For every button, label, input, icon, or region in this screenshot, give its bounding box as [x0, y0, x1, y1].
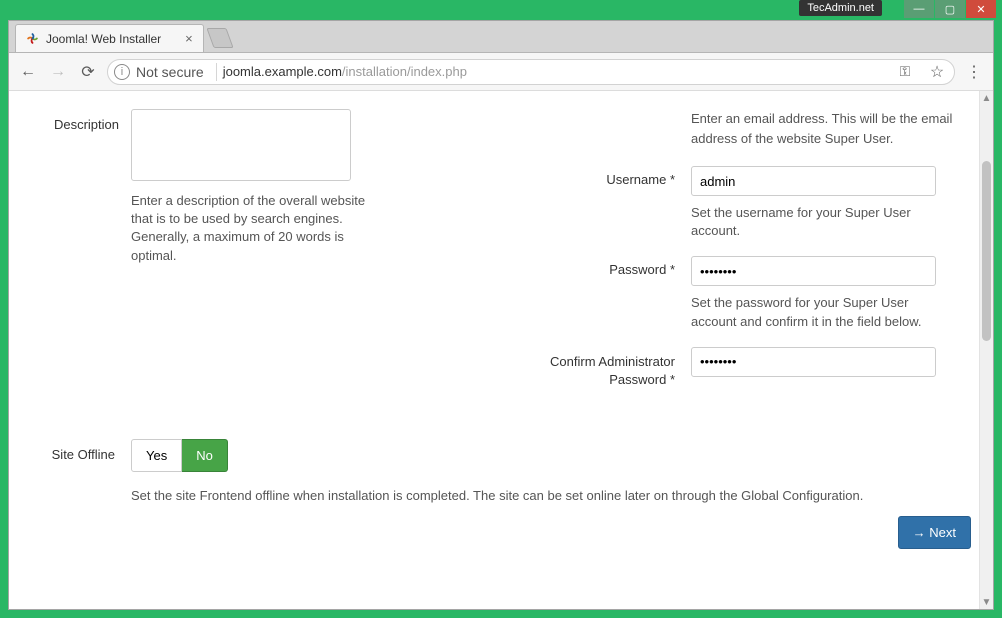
- site-offline-toggle: Yes No: [131, 439, 971, 472]
- next-button[interactable]: → Next: [898, 516, 971, 549]
- tab-close-icon[interactable]: ×: [185, 32, 193, 45]
- browser-toolbar: ← → ⟳ i Not secure joomla.example.com/in…: [9, 53, 993, 91]
- url-domain: joomla.example.com: [223, 64, 342, 79]
- site-offline-yes-button[interactable]: Yes: [131, 439, 182, 472]
- bookmark-star-icon[interactable]: ☆: [926, 62, 948, 82]
- scroll-thumb[interactable]: [982, 161, 991, 341]
- joomla-favicon-icon: [24, 31, 40, 47]
- password-help: Set the password for your Super User acc…: [691, 294, 951, 330]
- not-secure-label: Not secure: [136, 64, 204, 80]
- vertical-scrollbar[interactable]: ▲ ▼: [979, 91, 993, 609]
- password-key-icon[interactable]: ⚿: [894, 63, 916, 80]
- tab-strip: Joomla! Web Installer ×: [9, 21, 993, 53]
- scroll-down-icon[interactable]: ▼: [980, 595, 993, 609]
- tab-title: Joomla! Web Installer: [46, 32, 161, 46]
- confirm-password-label: Confirm Administrator Password *: [511, 347, 691, 389]
- forward-button[interactable]: →: [47, 63, 69, 81]
- username-help: Set the username for your Super User acc…: [691, 204, 951, 240]
- browser-window: Joomla! Web Installer × ← → ⟳ i Not secu…: [8, 20, 994, 610]
- back-button[interactable]: ←: [17, 63, 39, 81]
- next-button-label: Next: [929, 525, 956, 540]
- browser-menu-button[interactable]: ⋮: [963, 62, 985, 82]
- titlebar-watermark: TecAdmin.net: [799, 0, 882, 16]
- site-offline-help: Set the site Frontend offline when insta…: [131, 486, 971, 506]
- email-help: Enter an email address. This will be the…: [691, 109, 971, 148]
- site-offline-no-button[interactable]: No: [182, 439, 228, 472]
- password-label: Password *: [511, 256, 691, 330]
- description-label: Description: [31, 109, 131, 132]
- new-tab-button[interactable]: [206, 28, 233, 48]
- address-bar[interactable]: i Not secure joomla.example.com/installa…: [107, 59, 955, 85]
- site-offline-label: Site Offline: [31, 439, 131, 506]
- browser-tab[interactable]: Joomla! Web Installer ×: [15, 24, 204, 52]
- username-input[interactable]: [691, 166, 936, 196]
- window-minimize-button[interactable]: —: [904, 0, 934, 18]
- window-maximize-button[interactable]: ▢: [935, 0, 965, 18]
- description-input[interactable]: [131, 109, 351, 181]
- window-close-button[interactable]: ✕: [966, 0, 996, 18]
- reload-button[interactable]: ⟳: [77, 62, 99, 82]
- username-label: Username *: [511, 166, 691, 240]
- confirm-password-input[interactable]: [691, 347, 936, 377]
- page-content: Description Enter a description of the o…: [9, 91, 993, 609]
- window-titlebar: TecAdmin.net — ▢ ✕: [0, 0, 1002, 20]
- scroll-up-icon[interactable]: ▲: [980, 91, 993, 105]
- url-path: /installation/index.php: [342, 64, 467, 79]
- arrow-right-icon: →: [913, 525, 926, 540]
- site-info-icon[interactable]: i: [114, 64, 130, 80]
- description-help: Enter a description of the overall websi…: [131, 192, 381, 265]
- omnibox-divider: [216, 63, 217, 81]
- password-input[interactable]: [691, 256, 936, 286]
